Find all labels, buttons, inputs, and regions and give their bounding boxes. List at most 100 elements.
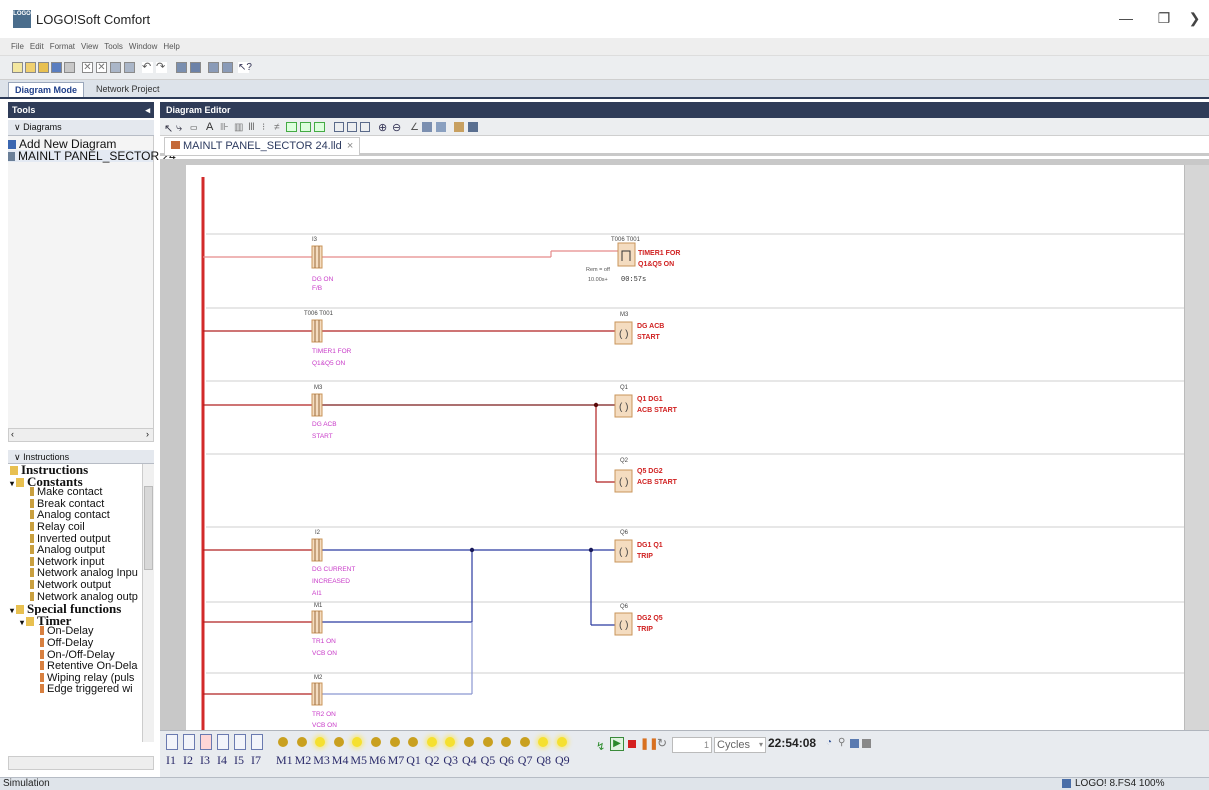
- output-lamp[interactable]: M4: [332, 734, 348, 768]
- output-lamp[interactable]: M7: [388, 734, 404, 768]
- reset-simulation-icon[interactable]: ↻: [657, 736, 667, 750]
- grid-icon[interactable]: [176, 62, 187, 73]
- diagram-list-hscrollbar[interactable]: ‹ ›: [8, 428, 154, 442]
- input-switch[interactable]: I5: [234, 734, 246, 768]
- constants-tool-icon[interactable]: ▭: [190, 123, 198, 132]
- coil-q6-dg1[interactable]: ( ): [614, 539, 633, 563]
- menu-window[interactable]: Window: [126, 38, 160, 56]
- tree-item[interactable]: On-/Off-Delay: [8, 649, 154, 662]
- stop-simulation-button[interactable]: [628, 740, 636, 748]
- ladder-diagram[interactable]: I3 DG ON F/B T006 T001 TIMER1 FOR Q1&Q5 …: [186, 165, 1184, 731]
- output-lamp[interactable]: M1: [276, 734, 293, 768]
- copy-icon[interactable]: [110, 62, 121, 73]
- tree-item[interactable]: Network input: [8, 556, 154, 569]
- tree-item[interactable]: Network analog outp: [8, 591, 154, 604]
- tree-item[interactable]: ▾ Constants: [8, 476, 154, 488]
- tree-item[interactable]: ▾ Special functions: [8, 603, 154, 615]
- paste-icon[interactable]: [124, 62, 135, 73]
- panel-view-icon[interactable]: [862, 739, 871, 748]
- tree-item[interactable]: ▾ Timer: [8, 615, 154, 627]
- table-tool-icon[interactable]: [436, 122, 446, 132]
- coil-m3[interactable]: ( ): [614, 321, 633, 345]
- parallel-tool-icon[interactable]: Ⅲ: [248, 122, 255, 133]
- select-tool-icon[interactable]: ↖: [164, 122, 173, 135]
- co-block-icon[interactable]: [286, 122, 297, 132]
- edit-tool-icon[interactable]: ∠: [410, 122, 419, 133]
- output-lamp[interactable]: Q9: [555, 734, 570, 768]
- tree-item[interactable]: Off-Delay: [8, 637, 154, 650]
- instructions-vscrollbar[interactable]: [142, 464, 154, 742]
- coil-tool-icon[interactable]: ▥: [234, 122, 243, 133]
- tab-diagram-mode[interactable]: Diagram Mode: [8, 82, 85, 97]
- delete-icon[interactable]: ✕: [96, 62, 107, 73]
- io-status-icon[interactable]: [850, 739, 859, 748]
- output-lamp[interactable]: Q7: [518, 734, 532, 768]
- output-lamp[interactable]: Q3: [443, 734, 458, 768]
- scroll-left-icon[interactable]: ‹: [11, 429, 14, 439]
- scroll-right-icon[interactable]: ›: [146, 429, 149, 439]
- connect-tool-icon[interactable]: ⤷: [176, 122, 182, 135]
- output-lamp[interactable]: Q6: [499, 734, 514, 768]
- diagrams-section-header[interactable]: ∨ Diagrams: [8, 120, 154, 136]
- tree-item[interactable]: Wiping relay (puls: [8, 672, 154, 685]
- contact-t006[interactable]: [311, 319, 323, 343]
- layout-icon[interactable]: [190, 62, 201, 73]
- contact-m1[interactable]: [311, 610, 323, 634]
- tree-item[interactable]: Instructions: [8, 464, 154, 476]
- tree-item[interactable]: Edge triggered wi: [8, 684, 154, 696]
- output-lamp[interactable]: M3: [313, 734, 330, 768]
- expand-toggle-icon[interactable]: ▾: [20, 618, 24, 627]
- collapse-panel-icon[interactable]: ◂: [145, 102, 150, 118]
- input-switch[interactable]: I7: [251, 734, 263, 768]
- help-pointer-icon[interactable]: ↖?: [238, 62, 252, 73]
- tab-network-project[interactable]: Network Project: [90, 82, 166, 97]
- text-tool-icon[interactable]: A: [206, 121, 213, 133]
- run-simulation-button[interactable]: ▶: [610, 737, 624, 751]
- new-file-icon[interactable]: [12, 62, 23, 73]
- coil-q1[interactable]: ( ): [614, 394, 633, 418]
- split-tool-icon[interactable]: ⁝: [262, 122, 265, 133]
- input-switch[interactable]: I2: [183, 734, 195, 768]
- zoom-out-icon[interactable]: ⊖: [392, 121, 401, 134]
- transfer-pc-icon[interactable]: [208, 62, 219, 73]
- cycles-select[interactable]: Cycles ▾: [714, 737, 766, 753]
- zoom-in-icon[interactable]: ⊕: [378, 121, 387, 134]
- open-folder-icon[interactable]: [38, 62, 49, 73]
- cut-tool-icon[interactable]: ≠: [274, 122, 280, 133]
- save-icon[interactable]: [51, 62, 62, 73]
- expand-toggle-icon[interactable]: ▾: [10, 606, 14, 615]
- view-single-icon[interactable]: [334, 122, 344, 132]
- input-switch[interactable]: I3: [200, 734, 212, 768]
- menu-help[interactable]: Help: [160, 38, 182, 56]
- sim-mode-icon[interactable]: ↯: [596, 740, 605, 753]
- maximize-button[interactable]: ❐: [1144, 6, 1184, 30]
- tree-item[interactable]: Inverted output: [8, 533, 154, 546]
- transfer-logo-icon[interactable]: [222, 62, 233, 73]
- output-lamp[interactable]: M2: [295, 734, 311, 768]
- editor-vscrollbar[interactable]: [1184, 165, 1209, 730]
- output-lamp[interactable]: Q4: [462, 734, 477, 768]
- scrollbar-thumb[interactable]: [144, 486, 153, 570]
- contact-i2[interactable]: [311, 538, 323, 562]
- clock-settings-icon[interactable]: ◔: [826, 737, 832, 748]
- contact-tool-icon[interactable]: ⊪: [220, 122, 229, 133]
- tree-item[interactable]: Make contact: [8, 487, 154, 499]
- new-dropdown-icon[interactable]: [25, 62, 36, 73]
- view-split-icon[interactable]: [347, 122, 357, 132]
- menu-file[interactable]: File: [8, 38, 27, 56]
- simulation-tool-icon[interactable]: [468, 122, 478, 132]
- expand-toggle-icon[interactable]: ▾: [10, 479, 14, 488]
- sf-block-icon[interactable]: [314, 122, 325, 132]
- tree-item[interactable]: Analog contact: [8, 510, 154, 522]
- coil-q6-dg2[interactable]: ( ): [614, 612, 633, 636]
- input-switch[interactable]: I1: [166, 734, 178, 768]
- power-flow-icon[interactable]: ⚲: [838, 737, 845, 748]
- contact-m2[interactable]: [311, 682, 323, 706]
- undo-icon[interactable]: ↶: [142, 62, 153, 73]
- timer-block-t006[interactable]: [617, 242, 636, 267]
- output-lamp[interactable]: Q2: [425, 734, 439, 768]
- instructions-hscrollbar[interactable]: [8, 756, 154, 770]
- close-tab-icon[interactable]: ×: [347, 140, 353, 152]
- menu-view[interactable]: View: [78, 38, 101, 56]
- output-lamp[interactable]: Q1: [406, 734, 421, 768]
